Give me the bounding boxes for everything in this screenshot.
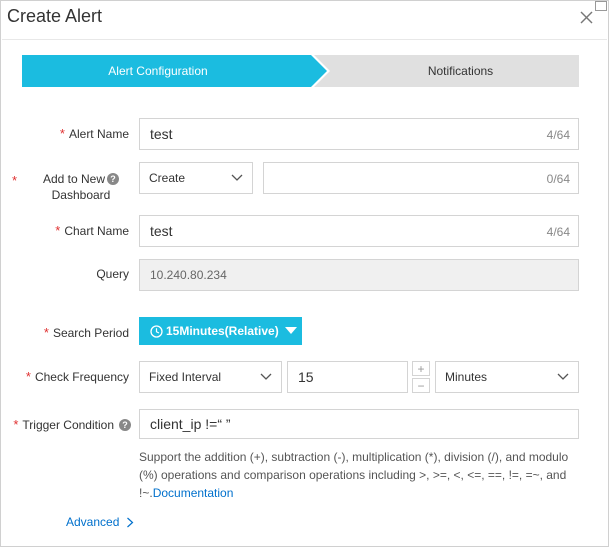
step-notifications-label: Notifications bbox=[427, 64, 494, 78]
frequency-unit-value: Minutes bbox=[445, 370, 488, 384]
frequency-type-value: Fixed Interval bbox=[149, 370, 222, 384]
check-frequency-label: * Check Frequency bbox=[25, 369, 129, 384]
decrement-button[interactable]: − bbox=[412, 378, 430, 393]
chevron-down-icon bbox=[231, 174, 243, 181]
documentation-link[interactable]: Documentation bbox=[153, 486, 234, 500]
dashboard-name-counter: 0/64 bbox=[546, 172, 570, 186]
trigger-help-icon[interactable]: ? bbox=[119, 419, 131, 431]
query-input: 10.240.80.234 bbox=[139, 259, 579, 291]
increment-button[interactable]: + bbox=[412, 361, 430, 376]
chevron-right-icon bbox=[127, 517, 134, 527]
search-period-label: * Search Period bbox=[43, 325, 129, 340]
dashboard-name-input[interactable]: 0/64 bbox=[263, 162, 579, 194]
advanced-toggle[interactable]: Advanced bbox=[66, 515, 134, 529]
dashboard-mode-select[interactable]: Create bbox=[139, 162, 253, 194]
frequency-number-input[interactable]: 15 bbox=[287, 361, 408, 393]
trigger-condition-input[interactable]: client_ip !=“ ” bbox=[139, 409, 579, 439]
dashboard-help-icon[interactable]: ? bbox=[107, 173, 120, 185]
frequency-unit-select[interactable]: Minutes bbox=[435, 361, 579, 393]
advanced-label: Advanced bbox=[66, 515, 120, 529]
trigger-help-text: Support the addition (+), subtraction (-… bbox=[139, 450, 569, 500]
search-period-button[interactable]: 15Minutes(Relative) bbox=[139, 317, 302, 345]
frequency-type-select[interactable]: Fixed Interval bbox=[139, 361, 282, 393]
dashboard-mode-value: Create bbox=[149, 171, 186, 185]
chevron-down-icon bbox=[260, 373, 272, 380]
chart-name-input[interactable]: test 4/64 bbox=[139, 215, 579, 247]
create-alert-dialog: Create Alert Notifications Alert Configu… bbox=[0, 0, 609, 547]
header-divider bbox=[2, 39, 607, 40]
query-label: Query bbox=[96, 267, 129, 281]
chart-name-label: * Chart Name bbox=[55, 223, 129, 238]
chart-name-counter: 4/64 bbox=[546, 225, 570, 239]
dashboard-label: Add to New? Dashboard bbox=[31, 171, 131, 203]
close-icon[interactable] bbox=[578, 9, 595, 26]
search-period-value: 15Minutes(Relative) bbox=[166, 324, 279, 338]
chevron-down-icon bbox=[557, 373, 569, 380]
step-alert-configuration[interactable]: Alert Configuration bbox=[22, 55, 314, 87]
dashboard-required-marker: * bbox=[12, 173, 18, 188]
clock-icon bbox=[150, 324, 163, 338]
alert-name-counter: 4/64 bbox=[546, 128, 570, 142]
trigger-condition-label: * Trigger Condition? bbox=[5, 417, 131, 432]
step-arrow-icon bbox=[294, 55, 330, 87]
query-value: 10.240.80.234 bbox=[150, 268, 227, 282]
step-alert-configuration-label: Alert Configuration bbox=[108, 64, 208, 78]
alert-name-label: * Alert Name bbox=[59, 126, 129, 141]
frequency-number-value: 15 bbox=[298, 369, 314, 385]
chart-name-value: test bbox=[150, 223, 173, 239]
alert-name-input[interactable]: test 4/64 bbox=[139, 118, 579, 150]
trigger-condition-value: client_ip !=“ ” bbox=[150, 416, 231, 432]
step-notifications[interactable]: Notifications bbox=[314, 55, 579, 87]
dialog-title: Create Alert bbox=[7, 6, 103, 26]
caret-down-icon bbox=[284, 327, 297, 334]
alert-name-value: test bbox=[150, 126, 173, 142]
wizard-steps: Notifications Alert Configuration bbox=[22, 55, 579, 87]
